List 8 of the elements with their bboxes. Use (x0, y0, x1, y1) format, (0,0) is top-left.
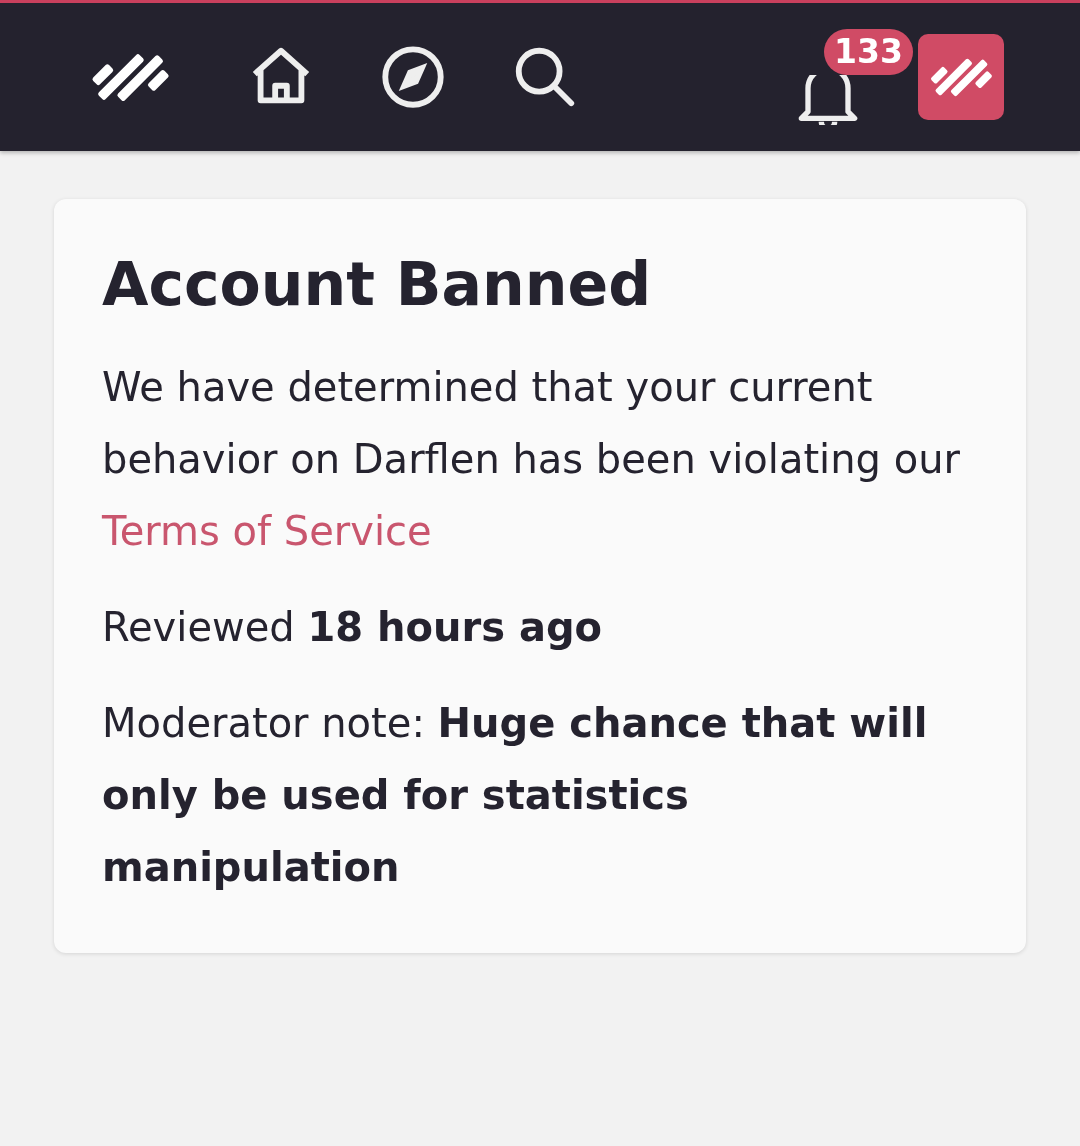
reviewed-text: Reviewed 18 hours ago (102, 603, 604, 652)
ban-message: We have determined that your current behavior on Darflen has been violating our Terms of Service (102, 363, 961, 556)
card-title: Account Banned (102, 248, 653, 321)
notification-badge: 133 (824, 29, 913, 75)
avatar-icon[interactable] (918, 34, 1004, 120)
terms-link[interactable]: Terms of Service (102, 508, 432, 554)
moderator-note: Moderator note: Huge chance that will only be used for statistics manipulation (102, 699, 929, 892)
bell-icon[interactable] (796, 75, 860, 125)
